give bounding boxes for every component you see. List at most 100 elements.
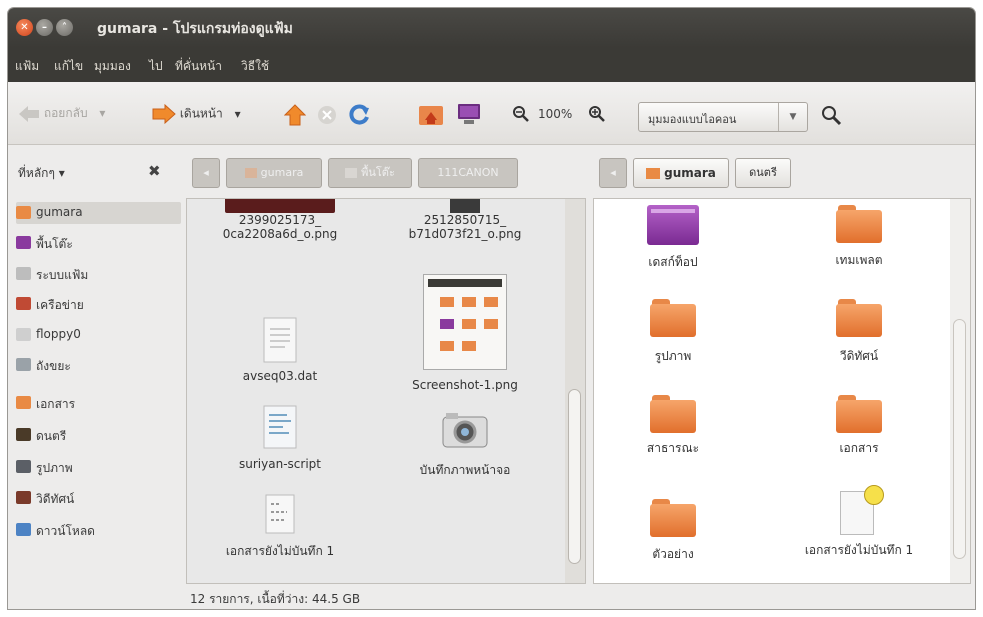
file-item[interactable]: 2399025173_ 0ca2208a6d_o.png — [195, 199, 365, 241]
file-name: บันทึกภาพหน้าจอ — [419, 463, 511, 477]
file-item[interactable]: suriyan-script — [195, 405, 365, 471]
back-button[interactable]: ถอยกลับ ▾ — [18, 104, 105, 123]
file-item[interactable]: เอกสารยังไม่บันทึก 1 — [195, 494, 365, 561]
sidebar-item-floppy[interactable]: floppy0 — [16, 324, 181, 346]
desktop-icon — [16, 236, 31, 249]
right-breadcrumb-music[interactable]: ดนตรี — [735, 158, 791, 188]
folder-name: ตัวอย่าง — [652, 547, 694, 561]
view-mode-select[interactable]: มุมมองแบบไอคอน ▼ — [638, 102, 808, 132]
close-sidebar-icon[interactable]: ✖ — [148, 162, 161, 180]
folder-item[interactable]: ตัวอย่าง — [608, 499, 738, 564]
network-icon — [16, 297, 31, 310]
sidebar-item-pictures[interactable]: รูปภาพ — [16, 456, 181, 478]
title-bar[interactable]: ✕ – ˄ gumara - โปรแกรมท่องดูแฟ้ม — [8, 8, 975, 48]
sidebar-item-downloads[interactable]: ดาวน์โหลด — [16, 519, 181, 541]
right-breadcrumb-gumara[interactable]: gumara — [633, 158, 729, 188]
sidebar-item-label: ระบบแฟ้ม — [36, 268, 89, 282]
sidebar-item-filesystem[interactable]: ระบบแฟ้ม — [16, 263, 181, 285]
folder-item[interactable]: สาธารณะ — [608, 395, 738, 458]
menu-go[interactable]: ไป — [149, 57, 163, 76]
desktop-icon — [345, 168, 358, 178]
menu-help[interactable]: วิธีใช้ — [241, 57, 269, 76]
left-breadcrumb-desktop[interactable]: พื้นโต๊ะ — [328, 158, 412, 188]
window-title: gumara - โปรแกรมท่องดูแฟ้ม — [97, 21, 293, 37]
file-item[interactable]: บันทึกภาพหน้าจอ — [375, 411, 555, 480]
folder-item[interactable]: วีดิทัศน์ — [794, 299, 924, 366]
videos-folder-icon — [836, 299, 882, 337]
minimize-window-button[interactable]: – — [36, 19, 53, 36]
stop-icon — [318, 106, 336, 124]
menu-bookmarks[interactable]: ที่คั่นหน้า — [175, 57, 222, 76]
zoom-out-icon — [513, 106, 529, 122]
sidebar-item-trash[interactable]: ถังขยะ — [16, 354, 181, 376]
right-path-back-button[interactable]: ◂ — [599, 158, 627, 188]
sidebar-item-videos[interactable]: วิดีทัศน์ — [16, 487, 181, 509]
search-icon — [822, 106, 842, 126]
music-folder-icon — [16, 428, 31, 441]
right-file-pane[interactable]: เดสก์ท็อป เทมเพลต รูปภาพ วีดิทัศน์ สาธาร… — [593, 198, 971, 584]
left-scrollbar-thumb[interactable] — [568, 389, 581, 564]
trash-icon — [16, 358, 31, 371]
left-breadcrumb-gumara[interactable]: gumara — [226, 158, 322, 188]
folder-name: เดสก์ท็อป — [648, 255, 698, 269]
file-name: 2399025173_ — [238, 213, 322, 227]
home-button[interactable] — [418, 102, 444, 129]
folder-item[interactable]: รูปภาพ — [608, 299, 738, 366]
file-item[interactable]: 2512850715_ b71d073f21_o.png — [375, 199, 555, 241]
places-dropdown[interactable]: ที่หลักๆ ▾ — [18, 164, 65, 183]
menu-edit[interactable]: แก้ไข — [54, 57, 83, 76]
back-history-dropdown-icon[interactable]: ▾ — [99, 106, 105, 120]
folder-item[interactable]: เทมเพลต — [794, 205, 924, 270]
menu-view[interactable]: มุมมอง — [94, 57, 131, 76]
home-folder-icon — [244, 168, 257, 178]
camera-icon — [442, 413, 488, 448]
file-name: Screenshot-1.png — [412, 378, 518, 392]
sidebar-item-documents[interactable]: เอกสาร — [16, 392, 181, 414]
zoom-level[interactable]: 100% — [538, 107, 572, 121]
folder-name: สาธารณะ — [646, 441, 700, 455]
folder-item[interactable]: เดสก์ท็อป — [608, 205, 738, 272]
forward-history-dropdown-icon[interactable]: ▾ — [235, 107, 241, 121]
forward-label: เดินหน้า — [179, 106, 223, 121]
file-name: avseq03.dat — [242, 369, 318, 383]
left-scrollbar[interactable] — [565, 199, 585, 583]
right-scrollbar[interactable] — [950, 199, 970, 583]
image-thumbnail — [450, 199, 480, 213]
sidebar-item-label: พื้นโต๊ะ — [36, 237, 73, 251]
file-item[interactable]: Screenshot-1.png — [375, 274, 555, 392]
sidebar-item-label: วิดีทัศน์ — [36, 492, 75, 506]
menu-bar: แฟ้ม แก้ไข มุมมอง ไป ที่คั่นหน้า วิธีใช้ — [8, 48, 975, 82]
file-manager-window: ✕ – ˄ gumara - โปรแกรมท่องดูแฟ้ม แฟ้ม แก… — [8, 8, 975, 609]
reload-button[interactable] — [348, 104, 370, 129]
right-path-bar: ◂ gumara ดนตรี — [599, 158, 969, 188]
folder-name: รูปภาพ — [654, 349, 692, 363]
left-breadcrumb-111canon[interactable]: 111CANON — [418, 158, 518, 188]
computer-button[interactable] — [456, 102, 482, 129]
places-header: ที่หลักๆ ▾ ✖ — [8, 145, 188, 199]
up-button[interactable] — [283, 104, 307, 129]
sidebar-item-desktop[interactable]: พื้นโต๊ะ — [16, 232, 181, 254]
pictures-folder-icon — [650, 299, 696, 337]
file-item[interactable]: เอกสารยังไม่บันทึก 1 — [784, 485, 934, 560]
zoom-out-button[interactable] — [512, 105, 530, 126]
sidebar-item-label: ถังขยะ — [36, 359, 71, 373]
reload-icon — [349, 104, 369, 125]
sidebar-item-network[interactable]: เครือข่าย — [16, 293, 181, 315]
zoom-in-button[interactable] — [588, 105, 606, 126]
back-arrow-icon — [19, 105, 39, 122]
stop-button[interactable] — [316, 104, 338, 129]
sidebar-item-home[interactable]: gumara — [16, 202, 181, 224]
menu-file[interactable]: แฟ้ม — [15, 57, 39, 76]
maximize-window-button[interactable]: ˄ — [56, 19, 73, 36]
forward-button[interactable]: เดินหน้า ▾ — [152, 103, 241, 125]
close-window-button[interactable]: ✕ — [16, 19, 33, 36]
folder-item[interactable]: เอกสาร — [794, 395, 924, 458]
computer-icon — [458, 104, 480, 124]
sidebar-item-music[interactable]: ดนตรี — [16, 424, 181, 446]
search-button[interactable] — [820, 104, 842, 129]
left-file-pane[interactable]: 2399025173_ 0ca2208a6d_o.png 2512850715_… — [186, 198, 586, 584]
right-scrollbar-thumb[interactable] — [953, 319, 966, 559]
left-path-back-button[interactable]: ◂ — [192, 158, 220, 188]
file-item[interactable]: avseq03.dat — [195, 317, 365, 383]
file-name: เอกสารยังไม่บันทึก 1 — [225, 544, 335, 558]
